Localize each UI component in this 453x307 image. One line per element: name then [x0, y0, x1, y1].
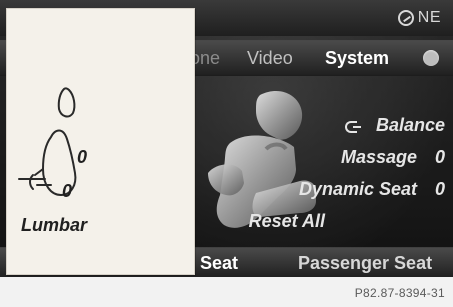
lumbar-label: Lumbar — [21, 215, 88, 235]
balance-icon — [344, 119, 362, 133]
compass-icon — [397, 10, 414, 26]
option-balance[interactable]: Balance — [344, 115, 445, 136]
option-massage-value: 0 — [434, 147, 445, 167]
option-dynamic-seat[interactable]: Dynamic Seat 0 — [299, 179, 445, 200]
menu-item-video[interactable]: Video — [247, 48, 293, 69]
option-massage[interactable]: Massage 0 — [341, 147, 445, 168]
tab-passenger-seat[interactable]: Passenger Seat — [298, 253, 432, 274]
compass-indicator: NE — [397, 9, 441, 27]
option-reset-all-label: Reset All — [248, 211, 325, 231]
lumbar-value-top: 0 — [77, 147, 88, 167]
menu-item-system[interactable]: System — [325, 48, 389, 69]
lumbar-panel: 0 0 Lumbar — [6, 8, 195, 275]
compass-text: NE — [417, 9, 441, 26]
option-dynamic-seat-label: Dynamic Seat — [298, 179, 417, 199]
option-dynamic-seat-value: 0 — [434, 179, 445, 199]
option-massage-label: Massage — [340, 147, 417, 167]
menu-dot-icon[interactable] — [423, 50, 439, 66]
option-balance-label: Balance — [375, 115, 445, 135]
option-reset-all[interactable]: Reset All — [249, 211, 325, 232]
figure-id: P82.87-8394-31 — [354, 286, 445, 300]
seat-options-list: Balance Massage 0 Dynamic Seat 0 Reset A… — [215, 115, 445, 240]
lumbar-value-bottom: 0 — [62, 181, 73, 201]
tab-seat[interactable]: Seat — [200, 253, 238, 274]
